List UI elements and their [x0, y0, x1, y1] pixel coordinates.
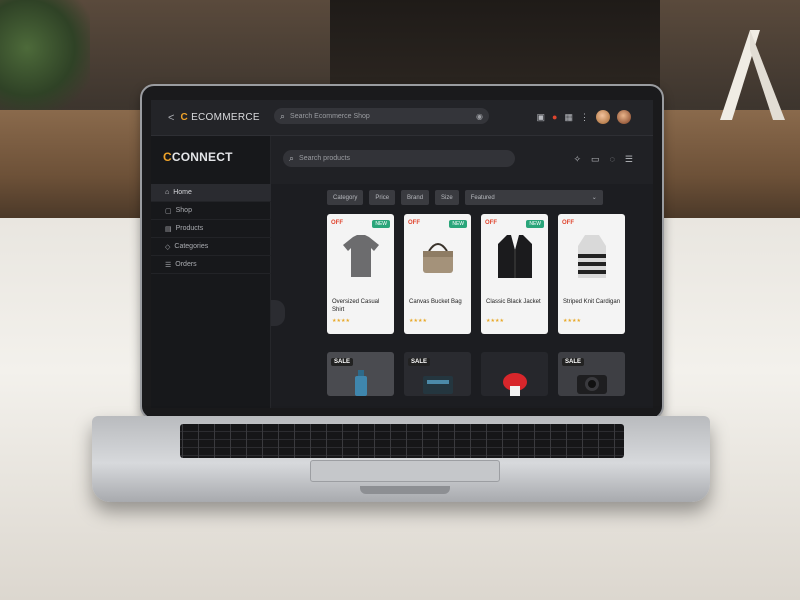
product-card[interactable]: SALE [327, 352, 394, 396]
categories-icon: ◇ [165, 243, 171, 251]
product-search-input[interactable]: ⌕ Search products [283, 150, 515, 167]
product-card[interactable]: SALE [558, 352, 625, 396]
cardigan-icon [568, 232, 615, 282]
settings-icon[interactable]: ◌ [610, 154, 615, 165]
product-name: Classic Black Jacket [486, 299, 541, 305]
product-card[interactable]: OFF NEW Canvas Bucket Bag ★★★★ [404, 214, 471, 334]
top-logo-text: ECOMMERCE [191, 112, 260, 123]
avatar[interactable] [596, 110, 610, 124]
sidebar-item-categories[interactable]: ◇ Categories [151, 238, 271, 256]
brand-logo[interactable]: CCONNECT [163, 150, 233, 164]
product-content: Category Price Brand Size Featured ⌄ OFF… [271, 184, 653, 408]
trackpad [310, 460, 500, 482]
product-name: Striped Knit Cardigan [563, 299, 621, 305]
brand-letter: C [163, 150, 172, 164]
sidebar-collapse-handle[interactable] [271, 300, 285, 326]
background-plant [0, 0, 90, 120]
cart-icon[interactable]: ▦ [564, 112, 573, 123]
sidebar-item-home[interactable]: ⌂ Home [151, 184, 271, 202]
secondary-bar: ⌕ Search products ✧ ▭ ◌ ☰ [271, 136, 653, 184]
jacket-icon [491, 232, 538, 282]
secondary-icons: ✧ ▭ ◌ ☰ [574, 154, 634, 165]
sidebar-nav: ⌂ Home ▢ Shop ▤ Products ◇ Categories ☰ Order… [151, 184, 271, 274]
menu-icon[interactable]: ☰ [625, 154, 633, 165]
laptop-screen: CCONNECT ⌂ Home ▢ Shop ▤ Products ◇ Categori… [151, 100, 653, 408]
bag-icon [414, 232, 461, 282]
sparkle-icon[interactable]: ✧ [574, 154, 582, 165]
products-icon: ▤ [165, 225, 172, 233]
sidebar-item-label: Home [173, 189, 192, 196]
product-card[interactable]: OFF Striped Knit Cardigan ★★★★ [558, 214, 625, 334]
new-badge: NEW [372, 220, 390, 228]
home-icon: ⌂ [165, 189, 170, 196]
product-card[interactable]: SALE [404, 352, 471, 396]
filter-chip-category[interactable]: Category [327, 190, 364, 205]
sort-label: Featured [470, 194, 495, 201]
keyboard [180, 424, 624, 458]
top-icons: ▣ ● ▦ ⋮ [537, 110, 631, 124]
speaker-icon [414, 370, 461, 396]
product-card[interactable]: OFF NEW Oversized Casual Shirt ★★★★ [327, 214, 394, 334]
avatar-2[interactable] [617, 110, 631, 124]
discount-tag: OFF [485, 220, 497, 226]
product-name: Oversized Casual Shirt [332, 299, 380, 313]
product-card[interactable] [481, 352, 548, 396]
toy-icon [491, 368, 538, 396]
shirt-icon [337, 232, 384, 282]
filter-chip-brand[interactable]: Brand [401, 190, 430, 205]
sidebar-item-orders[interactable]: ☰ Orders [151, 256, 271, 274]
filter-bar: Category Price Brand Size Featured ⌄ [327, 190, 603, 205]
camera-icon [568, 368, 615, 396]
discount-tag: OFF [408, 220, 420, 226]
discount-tag: OFF [331, 220, 343, 226]
top-search-placeholder: Search Ecommerce Shop [290, 112, 370, 120]
orders-icon: ☰ [165, 261, 172, 269]
back-icon[interactable]: < [168, 112, 174, 124]
filter-chip-price[interactable]: Price [369, 190, 396, 205]
new-badge: NEW [526, 220, 544, 228]
rating-stars: ★★★★ [332, 318, 350, 324]
bottle-icon [337, 368, 384, 396]
search-icon: ⌕ [280, 110, 286, 121]
notification-icon[interactable]: ● [552, 112, 557, 122]
brand-text: CONNECT [171, 150, 233, 164]
chat-icon[interactable]: ▭ [591, 154, 600, 165]
top-logo[interactable]: C ECOMMERCE [180, 112, 259, 123]
product-name: Canvas Bucket Bag [409, 299, 462, 305]
chevron-down-icon: ⌄ [591, 195, 597, 201]
new-badge: NEW [449, 220, 467, 228]
sidebar-item-label: Shop [175, 207, 192, 214]
shop-icon: ▢ [165, 207, 172, 215]
sale-tag: SALE [331, 358, 354, 366]
top-bar: < C ECOMMERCE ⌕ Search Ecommerce Shop ◉ … [151, 100, 653, 136]
top-logo-letter: C [180, 112, 188, 123]
sale-tag: SALE [562, 358, 585, 366]
product-grid: OFF NEW Oversized Casual Shirt ★★★★ OFF … [327, 214, 625, 396]
top-search-input[interactable]: ⌕ Search Ecommerce Shop ◉ [274, 108, 489, 124]
rating-stars: ★★★★ [563, 318, 581, 324]
sidebar-item-label: Products [175, 225, 204, 232]
rating-stars: ★★★★ [486, 318, 504, 324]
filter-chip-size[interactable]: Size [435, 190, 459, 205]
sidebar-item-label: Orders [175, 261, 197, 268]
sidebar: CCONNECT ⌂ Home ▢ Shop ▤ Products ◇ Categori… [151, 136, 271, 408]
product-card[interactable]: OFF NEW Classic Black Jacket ★★★★ [481, 214, 548, 334]
more-icon[interactable]: ⋮ [580, 112, 589, 123]
sidebar-item-shop[interactable]: ▢ Shop [151, 202, 271, 220]
calendar-icon[interactable]: ▣ [537, 112, 546, 123]
rating-stars: ★★★★ [409, 318, 427, 324]
product-search-placeholder: Search products [299, 155, 351, 162]
laptop-lid: CCONNECT ⌂ Home ▢ Shop ▤ Products ◇ Categori… [140, 84, 664, 420]
sidebar-item-products[interactable]: ▤ Products [151, 220, 271, 238]
background-cabinet [330, 0, 660, 90]
sidebar-item-label: Categories [174, 243, 209, 250]
discount-tag: OFF [562, 220, 574, 226]
background-easel [720, 30, 785, 120]
laptop-notch [360, 486, 450, 494]
sale-tag: SALE [408, 358, 431, 366]
search-icon: ⌕ [289, 153, 295, 163]
sort-dropdown[interactable]: Featured ⌄ [464, 190, 603, 205]
filter-icon[interactable]: ◉ [476, 112, 483, 121]
laptop-base [92, 416, 710, 502]
